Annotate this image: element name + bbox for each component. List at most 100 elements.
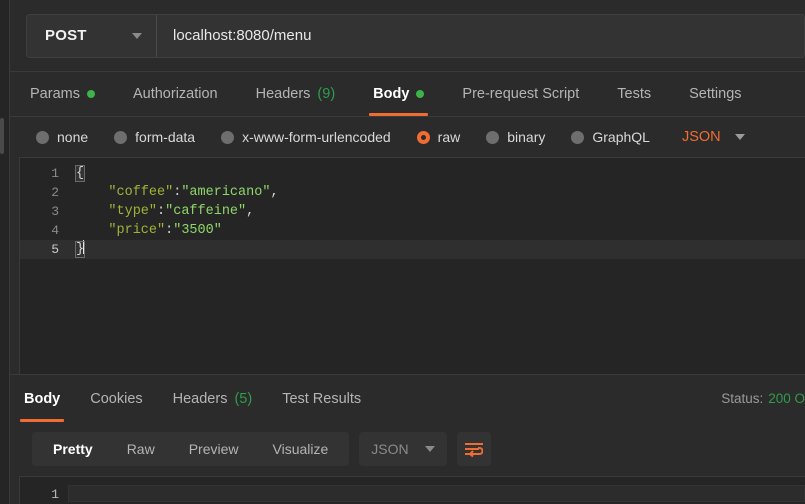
json-colon: : xyxy=(157,204,166,219)
raw-format-dropdown[interactable]: JSON xyxy=(682,129,745,145)
json-key: "coffee" xyxy=(108,185,174,200)
editor-code-area[interactable]: { "coffee":"americano", "type":"caffeine… xyxy=(68,158,805,374)
tab-body[interactable]: Body xyxy=(369,72,429,116)
radio-icon-raw-selected xyxy=(416,130,430,144)
tab-settings[interactable]: Settings xyxy=(689,72,741,116)
json-comma: , xyxy=(246,204,255,219)
body-type-graphql[interactable]: GraphQL xyxy=(571,129,650,145)
response-format-dropdown[interactable]: JSON xyxy=(359,432,447,466)
tab-headers[interactable]: Headers (9) xyxy=(256,72,336,116)
code-line: } xyxy=(68,240,805,259)
tab-headers-label: Headers xyxy=(255,86,311,102)
view-visualize-button[interactable]: Visualize xyxy=(256,432,346,466)
line-number-text: 1 xyxy=(51,487,59,502)
response-view-toolbar: Pretty Raw Preview Visualize JSON xyxy=(10,422,805,476)
request-body-editor[interactable]: 1 2 3 4 5 { "coffee":"americano", "type"… xyxy=(19,157,805,374)
line-number-text: 3 xyxy=(51,204,59,219)
body-type-selector: none form-data x-www-form-urlencoded raw… xyxy=(10,117,805,157)
http-method-dropdown[interactable]: POST xyxy=(27,14,157,57)
code-line: { xyxy=(68,164,805,183)
raw-format-label: JSON xyxy=(681,129,721,145)
response-gutter: 1 xyxy=(20,477,68,504)
body-type-urlencoded[interactable]: x-www-form-urlencoded xyxy=(221,129,391,145)
tab-tests[interactable]: Tests xyxy=(617,72,651,116)
body-type-none-label: none xyxy=(57,129,89,145)
url-box: POST localhost:8080/menu xyxy=(26,13,805,58)
status-label: Status: xyxy=(721,391,764,406)
response-tab-cookies[interactable]: Cookies xyxy=(90,375,142,422)
json-value: "americano" xyxy=(181,185,271,200)
response-status: Status: 200 O xyxy=(721,375,805,422)
body-type-urlencoded-label: x-www-form-urlencoded xyxy=(242,129,391,145)
radio-icon-binary xyxy=(486,130,500,144)
response-view-segmented-control: Pretty Raw Preview Visualize xyxy=(32,432,350,466)
radio-icon-form-data xyxy=(114,130,128,144)
body-type-raw[interactable]: raw xyxy=(416,129,461,145)
json-open-brace: { xyxy=(74,165,86,182)
gutter-line-number[interactable]: 4 xyxy=(20,221,68,240)
response-tab-headers[interactable]: Headers (5) xyxy=(173,375,253,422)
sidebar-scrollbar-thumb[interactable] xyxy=(0,118,4,154)
response-tab-headers-label: Headers xyxy=(172,390,228,407)
http-method-label: POST xyxy=(45,27,87,44)
tab-settings-label: Settings xyxy=(689,86,742,102)
response-tab-test-results[interactable]: Test Results xyxy=(282,375,361,422)
body-type-raw-label: raw xyxy=(437,129,461,145)
response-empty-line xyxy=(68,485,805,502)
line-number-text: 2 xyxy=(51,185,59,200)
response-format-label: JSON xyxy=(371,441,409,457)
body-type-form-data[interactable]: form-data xyxy=(114,129,195,145)
response-pane: Body Cookies Headers (5) Test Results St… xyxy=(10,374,805,504)
editor-gutter: 1 2 3 4 5 xyxy=(20,158,77,374)
response-tab-headers-count: (5) xyxy=(234,390,253,407)
tab-authorization[interactable]: Authorization xyxy=(133,72,218,116)
body-type-binary[interactable]: binary xyxy=(486,129,545,145)
body-type-none[interactable]: none xyxy=(36,129,88,145)
code-line: "coffee":"americano", xyxy=(68,183,805,202)
word-wrap-icon xyxy=(464,442,483,457)
json-value: "caffeine" xyxy=(165,204,247,219)
tab-params[interactable]: Params xyxy=(30,72,95,116)
response-tab-body[interactable]: Body xyxy=(19,375,65,422)
params-status-dot-icon xyxy=(86,90,95,98)
chevron-down-icon xyxy=(734,134,745,140)
tab-pre-request-script-label: Pre-request Script xyxy=(462,86,580,102)
body-type-graphql-label: GraphQL xyxy=(592,129,650,145)
gutter-line-number[interactable]: 2 xyxy=(20,183,68,202)
response-tabs: Body Cookies Headers (5) Test Results St… xyxy=(10,375,805,422)
tab-headers-count: (9) xyxy=(317,86,336,102)
response-tab-cookies-label: Cookies xyxy=(90,390,143,407)
status-code: 200 O xyxy=(768,391,805,406)
line-number-text: 4 xyxy=(51,223,59,238)
tab-authorization-label: Authorization xyxy=(132,86,218,102)
text-cursor xyxy=(83,240,85,254)
chevron-down-icon xyxy=(132,32,142,39)
radio-icon-none xyxy=(36,130,49,144)
response-body-viewer[interactable]: 1 xyxy=(19,476,805,504)
code-line: "price":"3500" xyxy=(68,221,805,240)
radio-icon-urlencoded xyxy=(221,130,235,144)
request-response-pane: POST localhost:8080/menu Params Authoriz… xyxy=(10,0,805,504)
gutter-line-number[interactable]: 5 xyxy=(20,240,68,259)
gutter-line-number[interactable]: 3 xyxy=(20,202,68,221)
code-line: "type":"caffeine", xyxy=(68,202,805,221)
request-tabs: Params Authorization Headers (9) Body Pr… xyxy=(10,72,805,117)
radio-icon-graphql xyxy=(571,130,585,144)
json-key: "price" xyxy=(108,223,166,238)
body-type-form-data-label: form-data xyxy=(135,129,196,145)
response-code-area xyxy=(68,477,805,504)
gutter-line-number[interactable]: 1 xyxy=(20,164,77,183)
word-wrap-button[interactable] xyxy=(456,432,491,466)
body-status-dot-icon xyxy=(416,90,425,98)
url-input[interactable]: localhost:8080/menu xyxy=(157,15,804,57)
response-tab-body-label: Body xyxy=(24,390,61,407)
json-key: "type" xyxy=(108,204,158,219)
tab-pre-request-script[interactable]: Pre-request Script xyxy=(462,72,579,116)
tab-tests-label: Tests xyxy=(617,86,652,102)
body-type-binary-label: binary xyxy=(507,129,546,145)
view-raw-button[interactable]: Raw xyxy=(110,432,172,466)
view-preview-button[interactable]: Preview xyxy=(172,432,256,466)
line-number-text: 5 xyxy=(51,242,59,257)
view-pretty-button[interactable]: Pretty xyxy=(36,432,110,466)
gutter-line-number: 1 xyxy=(20,485,68,504)
